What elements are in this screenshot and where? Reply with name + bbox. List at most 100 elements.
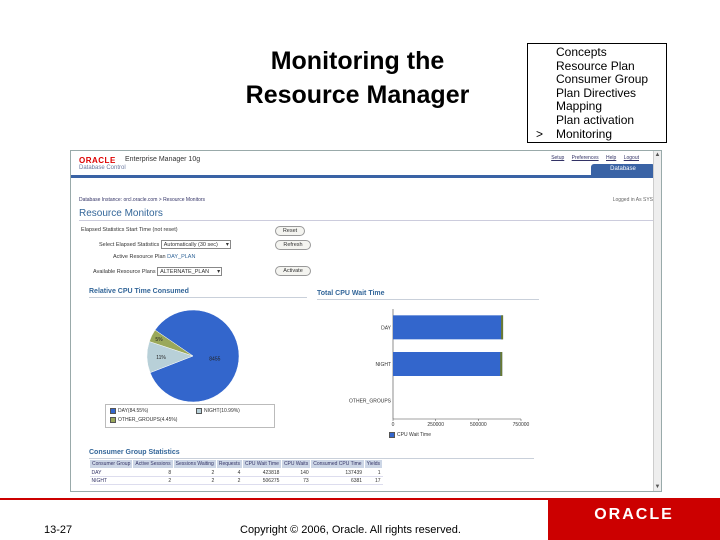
pie-title-line [89, 297, 307, 298]
cell: 506275 [242, 476, 282, 485]
pie-slice-label: 5% [155, 337, 163, 343]
header-divider [71, 175, 661, 178]
breadcrumb[interactable]: Database Instance: orcl.oracle.com > Res… [79, 197, 205, 203]
bar-legend-entry: CPU Wait Time [389, 432, 431, 438]
topic-item-active: > Monitoring [536, 126, 666, 142]
cell: 17 [364, 476, 383, 485]
cell: 2 [216, 476, 243, 485]
table-row: DAY 8 2 4 423818 140 137439 1 [89, 468, 383, 477]
topic-item: Mapping [556, 99, 603, 114]
slide-number: 13-27 [44, 524, 73, 536]
cell: 140 [281, 468, 311, 477]
logged-in-label: Logged in As SYS [612, 197, 653, 203]
copyright-text: Copyright © 2006, Oracle. All rights res… [240, 524, 461, 536]
em-oracle-logo: ORACLE [79, 156, 116, 165]
bar-tick-label: 750000 [513, 422, 530, 428]
bar-day [393, 315, 504, 340]
stats-select[interactable]: Automatically (30 sec) [160, 240, 231, 249]
topic-marker: > [536, 126, 544, 141]
setup-link[interactable]: Setup [551, 155, 564, 161]
em-header: ORACLE Enterprise Manager 10g Database C… [71, 151, 661, 178]
oracle-logo: ORACLE [548, 498, 720, 540]
legend-swatch-other [110, 417, 116, 423]
cpu-wait-bar-chart: DAY NIGHT OTHER_GROUPS 0 250000 500000 750000 [349, 309, 530, 428]
pie-slice-label: 11% [156, 355, 166, 361]
cell: 2 [173, 468, 217, 477]
bar-edge [501, 315, 504, 340]
cell: 137439 [310, 468, 365, 477]
legend-label-other: OTHER_GROUPS(4.45%) [118, 417, 178, 423]
bar-night [393, 352, 503, 376]
pie-slice-label: 8455 [209, 357, 220, 363]
bar-chart-title: Total CPU Wait Time [317, 290, 385, 297]
active-plan-value: DAY_PLAN [167, 254, 196, 260]
bar-category-label: NIGHT [375, 362, 391, 368]
page-title: Resource Monitors [79, 208, 163, 219]
topic-item: Plan Directives [556, 85, 637, 100]
scroll-down-icon[interactable]: ▼ [654, 483, 661, 491]
consumer-group-table: Consumer Group Active Sessions Sessions … [88, 459, 384, 485]
pie-legend: DAY(84.55%) NIGHT(10.99%) OTHER_GROUPS(4… [105, 404, 275, 428]
col-sessions-waiting[interactable]: Sessions Waiting [172, 459, 217, 469]
cell: 2 [132, 476, 174, 485]
topic-active-label: Monitoring [556, 126, 613, 141]
scroll-up-icon[interactable]: ▲ [654, 151, 661, 159]
topic-item: Resource Plan [556, 58, 635, 73]
reset-button[interactable]: Reset [275, 226, 305, 236]
slide-title: Monitoring the Resource Manager [220, 44, 495, 112]
bar-category-label: DAY [381, 325, 392, 331]
bar-title-line [317, 299, 539, 300]
cell: DAY [89, 468, 133, 477]
col-consumed-cpu-time[interactable]: Consumed CPU Time [310, 459, 365, 469]
stats-label: Select Elapsed Statistics [99, 241, 160, 248]
database-tab[interactable]: Database [591, 164, 655, 175]
vertical-scrollbar[interactable]: ▲ ▼ [653, 151, 661, 491]
cpu-time-pie-chart: 8455 11% 5% [146, 309, 240, 403]
topic-list: Concepts Resource Plan Consumer Group Pl… [527, 43, 667, 143]
activate-button[interactable]: Activate [275, 266, 311, 276]
legend-entry-other: OTHER_GROUPS(4.45%) [110, 417, 177, 423]
col-cpu-waits[interactable]: CPU Waits [280, 459, 312, 469]
topic-item: Consumer Group [556, 72, 649, 87]
em-product-name: Enterprise Manager 10g [125, 156, 201, 163]
em-db-control: Database Control [79, 165, 126, 171]
table-row: NIGHT 2 2 2 506275 73 6381 17 [89, 476, 383, 485]
col-active-sessions[interactable]: Active Sessions [132, 459, 174, 469]
legend-entry-day: DAY(84.55%) [110, 408, 148, 414]
stats-title: Consumer Group Statistics [89, 449, 180, 456]
available-plans-label: Available Resource Plans [93, 268, 156, 275]
bar-tick-label: 500000 [470, 422, 487, 428]
legend-swatch-day [110, 408, 116, 414]
col-requests[interactable]: Requests [215, 459, 243, 469]
legend-swatch-night [196, 408, 202, 414]
refresh-button[interactable]: Refresh [275, 240, 311, 250]
title-divider [79, 220, 653, 221]
logout-link[interactable]: Logout [624, 155, 639, 161]
cell: 4 [216, 468, 243, 477]
legend-entry-night: NIGHT(10.99%) [196, 408, 240, 414]
em-screenshot: ORACLE Enterprise Manager 10g Database C… [70, 150, 662, 492]
slide-title-line2: Resource Manager [245, 81, 470, 109]
start-time-row: Elapsed Statistics Start Time (not reset… [81, 227, 178, 233]
cell: NIGHT [89, 476, 133, 485]
bar-legend-label: CPU Wait Time [397, 432, 431, 438]
cell: 6381 [310, 476, 365, 485]
start-time-label: Elapsed Statistics Start Time (not reset… [81, 227, 178, 233]
active-plan-row: Active Resource Plan DAY_PLAN [113, 254, 195, 260]
preferences-link[interactable]: Preferences [572, 155, 599, 161]
bar-tick-label: 250000 [427, 422, 444, 428]
col-yields[interactable]: Yields [363, 459, 384, 469]
available-plans-select[interactable]: ALTERNATE_PLAN [157, 267, 223, 276]
cell: 8 [132, 468, 174, 477]
cell: 2 [173, 476, 217, 485]
active-plan-label: Active Resource Plan [113, 254, 166, 260]
bar-tick-label: 0 [392, 422, 395, 428]
col-cpu-wait-time[interactable]: CPU Wait Time [241, 459, 282, 469]
topic-item: Plan activation [556, 112, 635, 127]
col-consumer-group[interactable]: Consumer Group [88, 459, 134, 469]
legend-label-day: DAY(84.55%) [118, 408, 149, 414]
bar-legend-swatch [389, 432, 395, 438]
pie-chart-title: Relative CPU Time Consumed [89, 288, 189, 295]
help-link[interactable]: Help [606, 155, 616, 161]
legend-label-night: NIGHT(10.99%) [204, 408, 240, 414]
